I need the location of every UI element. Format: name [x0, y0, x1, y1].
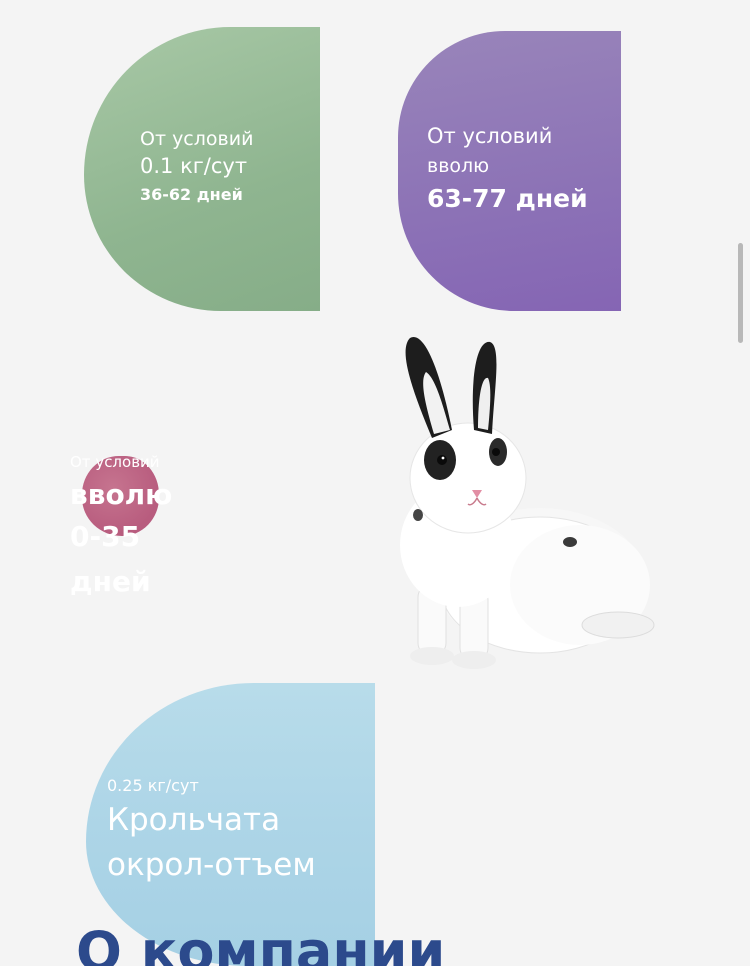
- card-blue-title-line2: окрол-отъем: [107, 847, 316, 883]
- card-pink-age-range: 0-35: [70, 520, 141, 553]
- card-pink-feed-rate: вволю: [70, 478, 173, 511]
- card-purple-condition: От условий: [427, 124, 553, 148]
- card-green-feed-rate: 0.1 кг/сут: [140, 154, 248, 178]
- card-green-condition: От условий: [140, 128, 254, 150]
- card-purple-feed-rate: вволю: [427, 155, 490, 177]
- page: От условий 0.1 кг/сут 36-62 дней От усло…: [0, 0, 750, 966]
- card-pink-condition: От условий: [70, 453, 160, 471]
- card-pink-age-unit: дней: [70, 565, 151, 598]
- card-blue-feed-rate: 0.25 кг/сут: [107, 776, 199, 795]
- rabbit-image: [400, 336, 655, 669]
- page-scrollbar[interactable]: [738, 243, 743, 343]
- card-purple-age-range: 63-77 дней: [427, 184, 588, 213]
- about-company-heading: О компании: [76, 920, 446, 966]
- card-green-age-range: 36-62 дней: [140, 185, 243, 204]
- card-blue-title-line1: Крольчата: [107, 802, 281, 838]
